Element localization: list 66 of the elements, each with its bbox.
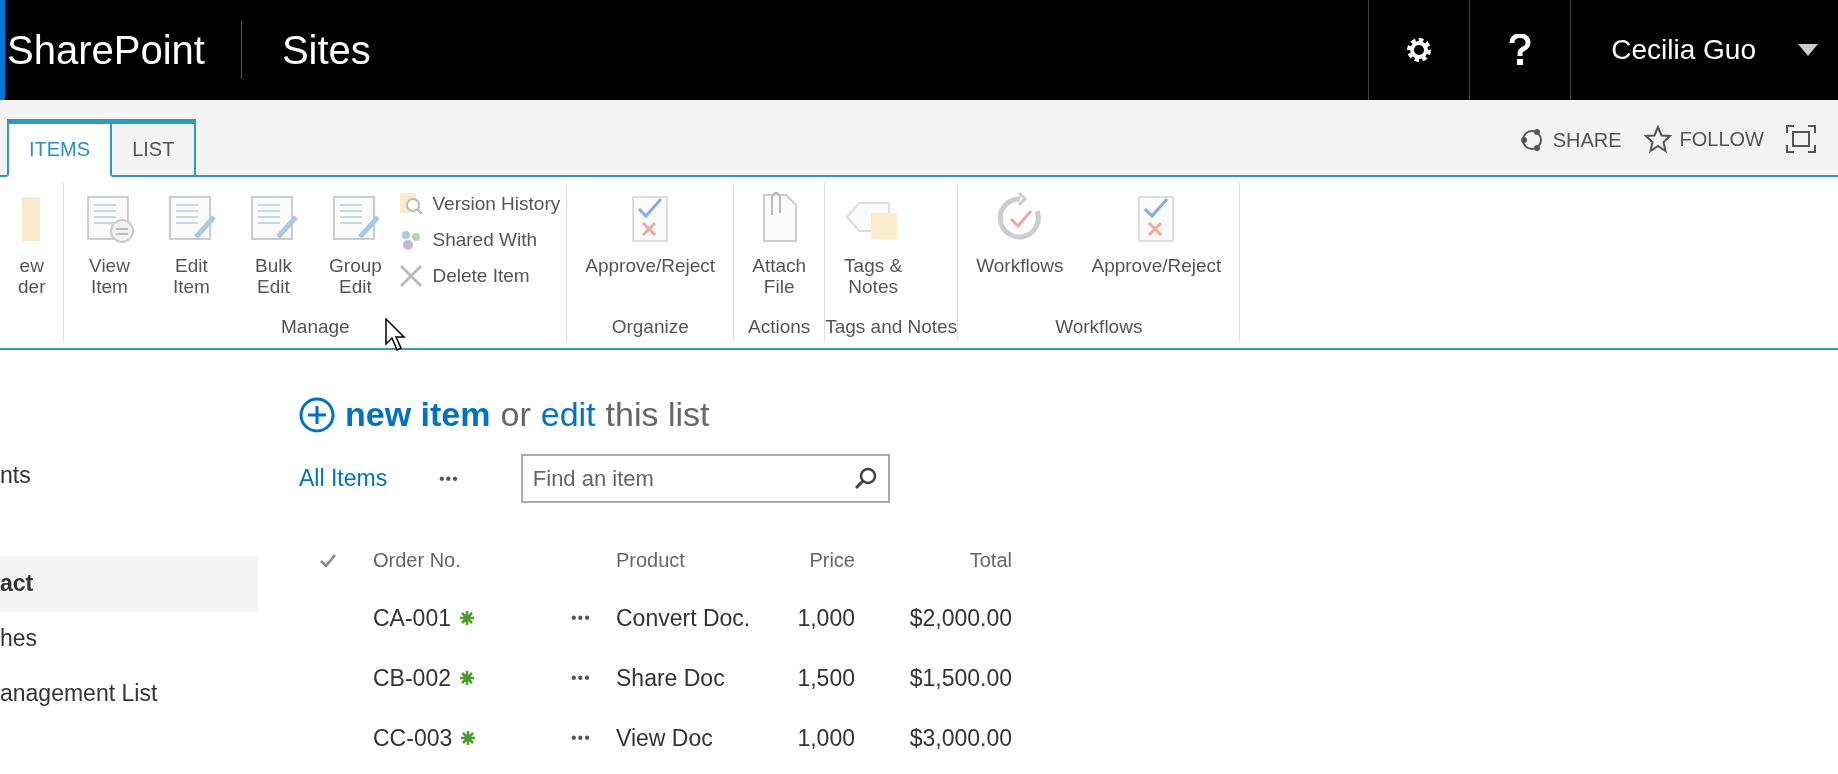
column-header[interactable]: Order No. (373, 533, 571, 588)
table-cell-text: CC-003 (373, 723, 453, 753)
table-cell-text: 1,000 (796, 723, 855, 753)
ribbon-tab[interactable]: ITEMS (7, 119, 113, 177)
group-label: Actions (748, 316, 811, 339)
column-header[interactable]: Price (791, 533, 855, 588)
ribbon-button[interactable]: Bulk Edit (234, 183, 313, 316)
group-label: Organize (611, 316, 689, 339)
fullscreen-icon (1786, 125, 1816, 153)
share-icon (1518, 127, 1545, 153)
heading-text: or (500, 395, 531, 434)
nav-link[interactable]: nts (0, 448, 258, 503)
group-label: Manage (281, 316, 350, 339)
column-header[interactable]: Total (855, 533, 1012, 588)
new-item-link[interactable]: new item (345, 395, 491, 434)
table-cell-text: CA-001 (373, 603, 451, 633)
ribbon-button[interactable]: Approve/Reject (1079, 183, 1234, 316)
ribbon-button[interactable]: View Item (70, 183, 149, 316)
ribbon-button[interactable]: Workflows (964, 183, 1076, 316)
ribbon-button[interactable]: Group Edit (316, 183, 395, 316)
follow-button[interactable]: FOLLOW (1643, 125, 1764, 153)
add-icon[interactable] (299, 396, 335, 433)
ribbon-button[interactable]: Approve/Reject (573, 183, 728, 316)
table-cell-text: CB-002 (373, 663, 451, 693)
column-header[interactable]: Product (616, 533, 791, 588)
share-button[interactable]: SHARE (1518, 127, 1622, 153)
table-cell-text: $2,000.00 (908, 603, 1012, 633)
ribbon-button[interactable]: Delete Item (398, 261, 561, 291)
edit-list-link[interactable]: edit (540, 395, 596, 434)
nav-link[interactable]: hes (0, 611, 258, 666)
history-icon (398, 191, 425, 217)
table-cell-text: $1,500.00 (908, 663, 1012, 693)
check-icon[interactable] (319, 552, 337, 569)
ribbon-tab[interactable]: LIST (112, 119, 197, 177)
site-title: Sites (280, 27, 372, 73)
ribbon-button[interactable]: ew der (6, 183, 58, 316)
more-button[interactable]: ••• (439, 469, 459, 488)
table-cell-text: View Doc (616, 723, 714, 753)
help-icon (1509, 34, 1532, 66)
search-field[interactable]: Find an item (520, 454, 890, 503)
ribbon-button[interactable]: Shared With (398, 225, 561, 255)
focus-button[interactable] (1786, 125, 1816, 153)
table-cell-text: $3,000.00 (908, 723, 1012, 753)
more-button[interactable]: ••• (571, 669, 591, 687)
star-icon (1643, 125, 1672, 153)
table-cell-text: Convert Doc. (616, 603, 752, 633)
table-cell-text: 1,000 (796, 603, 855, 633)
ribbon-button[interactable]: Tags & Notes (831, 183, 916, 316)
table-cell-text: Share Doc (616, 663, 726, 693)
table-cell-text: 1,500 (796, 663, 855, 693)
ribbon-button[interactable]: Attach File (740, 183, 819, 316)
nav-link[interactable]: act (0, 556, 258, 611)
brand-name: SharePoint (6, 27, 206, 73)
nav-link[interactable]: anagement List (0, 666, 258, 721)
more-button[interactable]: ••• (571, 609, 591, 627)
ribbon-button[interactable]: Edit Item (152, 183, 231, 316)
cursor-icon (385, 318, 407, 352)
group-label: Tags and Notes (825, 316, 958, 339)
heading-text: this list (605, 395, 710, 434)
view-link[interactable]: All Items (299, 465, 439, 492)
ribbon-button[interactable]: Version History (398, 189, 561, 219)
delete-icon (398, 263, 425, 289)
more-button[interactable]: ••• (571, 729, 591, 747)
group-label: Workflows (1055, 316, 1143, 339)
caret-icon (1798, 44, 1818, 56)
search-icon[interactable] (853, 466, 878, 490)
